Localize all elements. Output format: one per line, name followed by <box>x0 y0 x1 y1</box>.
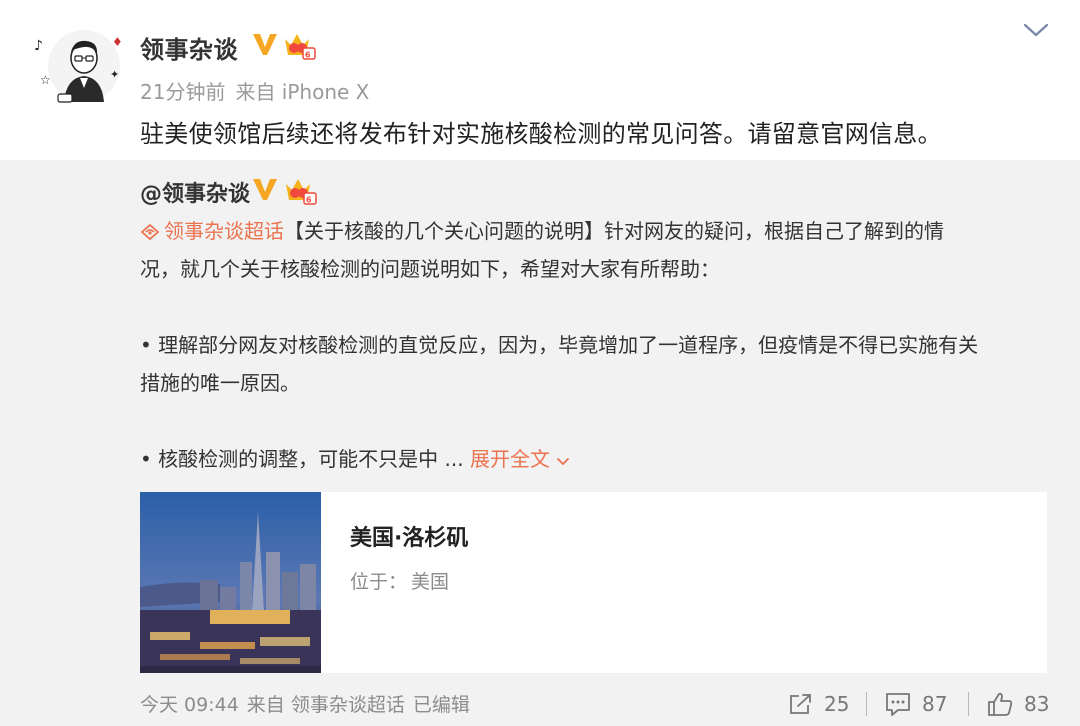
post-source: 来自 iPhone X <box>235 80 370 104</box>
location-title: 美国·洛杉矶 <box>350 526 469 551</box>
location-sub-label: 位于： <box>350 571 408 593</box>
footer-edited[interactable]: 已编辑 <box>413 694 470 716</box>
repost-box[interactable]: @领事杂谈 6 领事杂谈超话【关于核酸的几个关心问题的说明】针对网友的疑问，根据… <box>0 160 1080 684</box>
svg-text:☆: ☆ <box>40 73 51 87</box>
member-crown-icon[interactable]: 6 <box>283 175 317 205</box>
post-meta: 21分钟前 来自 iPhone X <box>140 76 369 105</box>
svg-text:6: 6 <box>306 196 312 205</box>
post-time: 21分钟前 <box>140 80 226 104</box>
location-card[interactable]: 美国·洛杉矶 位于： 美国 <box>140 492 1047 673</box>
repost-text: 【关于核酸的几个关心问题的说明】针对网友的疑问，根据自己了解到的情 <box>284 219 944 243</box>
comment-count: 87 <box>922 692 948 716</box>
repost-line-1: 领事杂谈超话【关于核酸的几个关心问题的说明】针对网友的疑问，根据自己了解到的情 <box>140 212 1050 250</box>
supertopic-link[interactable]: 领事杂谈超话 <box>140 219 284 243</box>
repost-body: 领事杂谈超话【关于核酸的几个关心问题的说明】针对网友的疑问，根据自己了解到的情 … <box>140 212 1050 478</box>
original-post: ♪ ☆ ♦ ✦ 领事杂谈 6 21分钟前 来自 iPhone X 驻美使领馆后续还… <box>0 0 1080 160</box>
comment-icon <box>886 693 910 716</box>
like-count: 83 <box>1024 692 1050 716</box>
bullet-1-line-1: • 理解部分网友对核酸检测的直觉反应，因为，毕竟增加了一道程序，但疫情是不得已实… <box>140 333 979 357</box>
repost-line-2: 况，就几个关于核酸检测的问题说明如下，希望对大家有所帮助： <box>140 257 720 281</box>
bullet-1-line-2: 措施的唯一原因。 <box>140 371 300 395</box>
chevron-down-icon[interactable] <box>1022 20 1050 40</box>
footer-source[interactable]: 来自 领事杂谈超话 <box>247 694 405 716</box>
svg-text:♪: ♪ <box>34 38 43 54</box>
supertopic-icon <box>140 223 160 241</box>
expand-full-text-link[interactable]: 展开全文 <box>470 447 570 471</box>
v-verified-icon <box>253 179 277 200</box>
repost-count: 25 <box>824 692 850 716</box>
member-crown-icon[interactable]: 6 <box>282 30 316 60</box>
repost-footer: 今天 09:44 来自 领事杂谈超话 已编辑 25 87 83 <box>0 684 1080 726</box>
bullet-2-text: • 核酸检测的调整，可能不只是中 ... <box>140 447 470 471</box>
location-sub-value: 美国 <box>411 571 450 593</box>
like-icon <box>988 692 1013 716</box>
svg-text:✦: ✦ <box>110 68 119 81</box>
supertopic-label: 领事杂谈超话 <box>164 219 284 243</box>
footer-meta: 今天 09:44 来自 领事杂谈超话 已编辑 <box>140 690 470 717</box>
like-button[interactable]: 83 <box>986 687 1049 721</box>
footer-date: 今天 09:44 <box>140 694 239 716</box>
repost-button[interactable]: 25 <box>788 687 849 721</box>
divider <box>968 692 969 716</box>
v-verified-icon <box>253 34 277 55</box>
location-subtitle: 位于： 美国 <box>350 567 449 594</box>
expand-label: 展开全文 <box>469 447 550 471</box>
svg-text:♦: ♦ <box>112 35 122 49</box>
author-name[interactable]: 领事杂谈 <box>140 30 238 65</box>
avatar[interactable]: ♪ ☆ ♦ ✦ <box>30 26 122 106</box>
post-text: 驻美使领馆后续还将发布针对实施核酸检测的常见问答。请留意官网信息。 <box>140 120 942 148</box>
chevron-down-icon <box>557 458 569 466</box>
location-thumbnail <box>140 492 321 673</box>
comment-button[interactable]: 87 <box>884 687 947 721</box>
repost-author[interactable]: @领事杂谈 <box>140 176 250 208</box>
divider <box>866 692 867 716</box>
svg-text:6: 6 <box>305 51 311 60</box>
bullet-2: • 核酸检测的调整，可能不只是中 ... 展开全文 <box>140 440 1050 478</box>
repost-icon <box>790 694 811 714</box>
